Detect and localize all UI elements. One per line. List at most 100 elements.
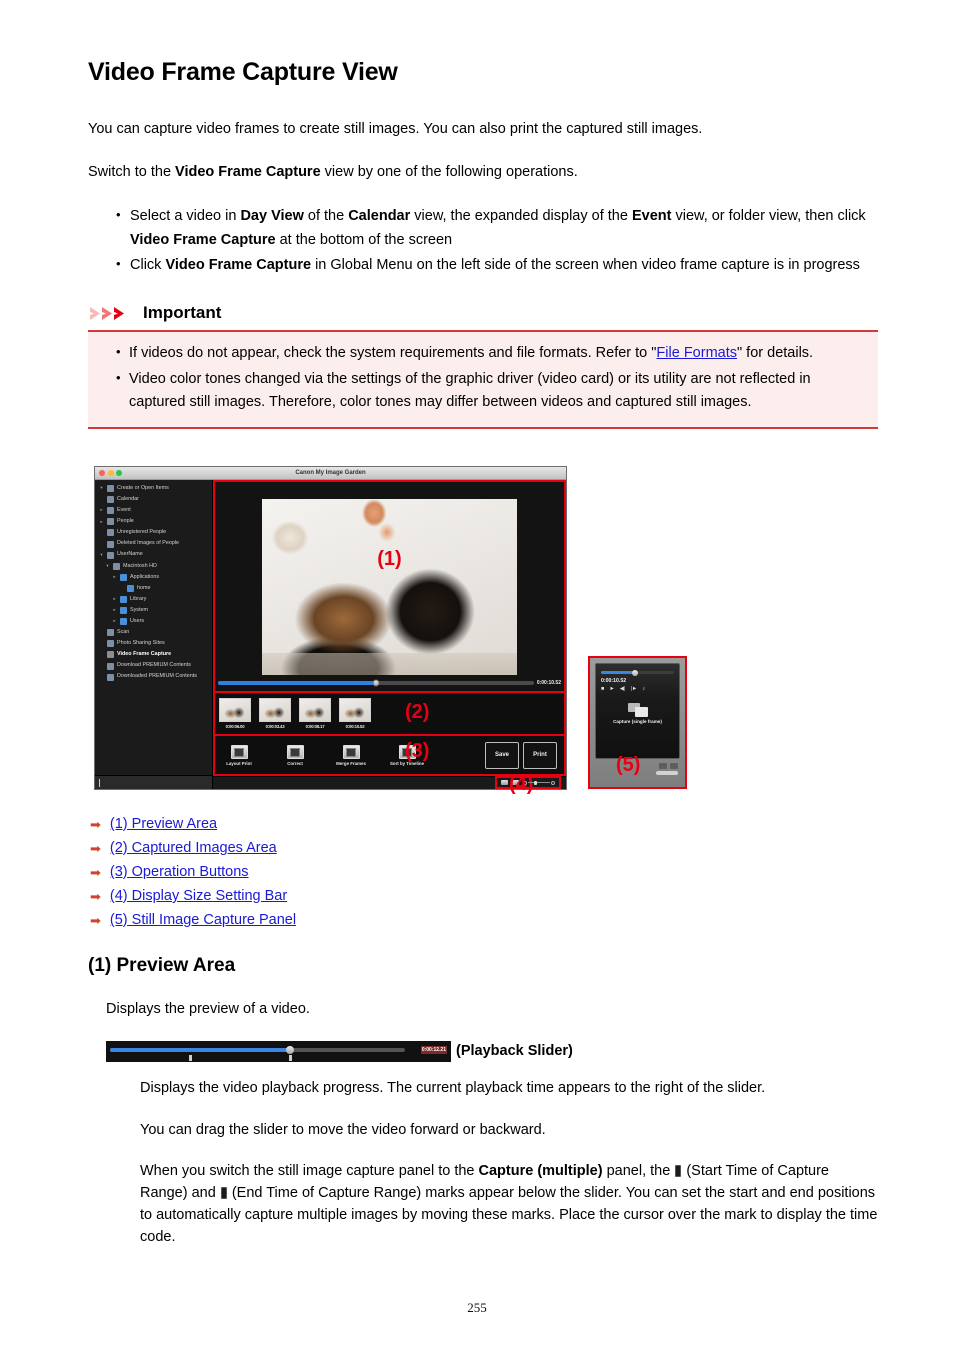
sidebar-item-label: Library: [130, 595, 147, 602]
capture-single-frame-label: Capture (single frame): [613, 718, 662, 724]
thumbnail-view-icon[interactable]: [501, 780, 508, 786]
still-image-capture-panel[interactable]: 0:00:10.52 ■ ► ◀| |► ♪ Capture (single f…: [588, 656, 687, 789]
sidebar-item-home[interactable]: home: [95, 583, 212, 594]
captured-thumbnail[interactable]: 0:00:06.00: [219, 698, 251, 729]
sidebar-item-unregistered-people[interactable]: Unregistered People: [95, 527, 212, 538]
display-size-setting-bar[interactable]: (4): [213, 773, 566, 795]
sidebar-item-event[interactable]: ▸ Event: [95, 505, 212, 516]
operation-button-label: Layout Print: [226, 760, 252, 766]
twisty-icon[interactable]: ▸: [112, 619, 117, 624]
captured-thumbnail-time: 0:00:06.00: [225, 723, 245, 729]
step-forward-icon[interactable]: |►: [630, 686, 637, 693]
sidebar-item-applications[interactable]: ▸ Applications: [95, 572, 212, 583]
important-box: If videos do not appear, check the syste…: [88, 330, 878, 429]
print-button[interactable]: Print: [523, 741, 557, 769]
zoom-knob[interactable]: [534, 780, 537, 785]
sidebar-item-video-frame-capture[interactable]: Video Frame Capture: [95, 649, 212, 660]
sidebar-item-calendar[interactable]: Calendar: [95, 494, 212, 505]
sidebar-item-deleted-images-of-people[interactable]: Deleted Images of People: [95, 538, 212, 549]
demo-slider-track: [110, 1045, 405, 1054]
capture-panel-slider-knob[interactable]: [631, 669, 638, 676]
zoom-track[interactable]: [528, 780, 550, 785]
important-label: Important: [143, 303, 222, 323]
capture-single-frame-icon[interactable]: [627, 702, 648, 717]
operation-button-merge-frames[interactable]: Merge Frames: [331, 744, 371, 766]
section-link[interactable]: (1) Preview Area: [110, 816, 217, 832]
twisty-icon[interactable]: ▾: [105, 563, 110, 569]
capture-panel-slider[interactable]: [601, 669, 674, 676]
sidebar-item-users[interactable]: ▸ Users: [95, 616, 212, 627]
section-link[interactable]: (4) Display Size Setting Bar: [110, 888, 287, 904]
sidebar-item-people[interactable]: ▸ People: [95, 516, 212, 527]
computer-icon: [107, 551, 114, 559]
arrow-right-icon: ➡: [90, 888, 101, 904]
play-icon[interactable]: ►: [609, 686, 614, 693]
arrow-right-icon: ➡: [90, 912, 101, 928]
capture-panel-handle[interactable]: [656, 771, 678, 775]
operation-buttons-area[interactable]: Layout Print Correct Merge Frames Sort by T…: [213, 736, 566, 776]
twisty-icon[interactable]: ▾: [99, 552, 104, 558]
twisty-icon[interactable]: ▸: [99, 508, 104, 513]
section-links: ➡ (1) Preview Area ➡ (2) Captured Images Ar…: [90, 812, 296, 932]
sidebar-item-macintosh-hd[interactable]: ▾ Macintosh HD: [95, 561, 212, 572]
video-preview-image: [262, 499, 517, 676]
section-link[interactable]: (3) Operation Buttons: [110, 864, 249, 880]
switch-pre: Switch to the: [88, 164, 176, 181]
global-menu-sidebar: ▾ Create or Open Items Calendar ▸ Event ▸ Peop…: [95, 480, 213, 789]
correct-icon: [286, 744, 304, 759]
twisty-icon[interactable]: ▾: [99, 486, 104, 491]
capture-panel-controls[interactable]: ■ ► ◀| |► ♪: [601, 686, 674, 693]
playback-slider-knob[interactable]: [372, 679, 380, 687]
sidebar-item-label: home: [137, 584, 151, 591]
sidebar-item-create-or-open-items[interactable]: ▾ Create or Open Items: [95, 483, 212, 494]
twisty-icon[interactable]: ▸: [112, 575, 117, 580]
demo-slider-fill: [110, 1047, 290, 1052]
my-image-garden-window: Canon My Image Garden ▾ Create or Open It…: [94, 466, 567, 795]
sidebar-item-photo-sharing-sites[interactable]: Photo Sharing Sites: [95, 638, 212, 649]
captured-thumbnail-image: [299, 698, 331, 723]
section-link[interactable]: (2) Captured Images Area: [110, 840, 277, 856]
section-preview-area: (1) Preview Area Displays the preview of…: [88, 955, 878, 1268]
important-list: If videos do not appear, check the syste…: [94, 341, 868, 414]
twisty-icon[interactable]: ▸: [112, 597, 117, 602]
stop-icon[interactable]: ■: [601, 686, 604, 693]
captured-thumbnail[interactable]: 0:00:08.17: [299, 698, 331, 729]
playback-slider[interactable]: [218, 679, 534, 687]
sidebar-item-library[interactable]: ▸ Library: [95, 594, 212, 605]
volume-icon[interactable]: ♪: [642, 686, 645, 693]
captured-thumbnail[interactable]: 0:00:03.43: [259, 698, 291, 729]
sidebar-item-download-premium-contents[interactable]: Download PREMIUM Contents: [95, 661, 212, 672]
capture-mode-single-icon[interactable]: [659, 763, 667, 769]
operation-button-correct[interactable]: Correct: [275, 744, 315, 766]
download-premium-icon: [107, 662, 114, 670]
twisty-icon[interactable]: ▸: [99, 519, 104, 525]
step-back-icon[interactable]: ◀|: [620, 686, 626, 693]
zoom-in-icon[interactable]: [551, 780, 555, 785]
save-button[interactable]: Save: [485, 741, 519, 769]
playback-slider-caption: (Playback Slider): [456, 1043, 573, 1060]
operation-button-label: Correct: [287, 760, 303, 766]
captured-images-area[interactable]: 0:00:06.00 0:00:03.43 0:00:08.17 0:00:10.52…: [213, 692, 566, 737]
preview-area[interactable]: (1) 0:00:10.52: [213, 480, 566, 693]
create-open-icon: [107, 485, 114, 493]
page-title: Video Frame Capture View: [88, 58, 398, 86]
section-title: (1) Preview Area: [88, 955, 236, 976]
sidebar-item-username[interactable]: ▾ UserName: [95, 550, 212, 561]
sidebar-item-downloaded-premium-contents[interactable]: Downloaded PREMIUM Contents: [95, 672, 212, 683]
sidebar-item-label: Downloaded PREMIUM Contents: [117, 673, 197, 680]
important-item1-post: " for details.: [737, 345, 814, 362]
operation-button-layout-print[interactable]: Layout Print: [219, 744, 259, 766]
capture-mode-multiple-icon[interactable]: [670, 763, 678, 769]
captured-thumbnail-image: [339, 698, 371, 723]
section-link[interactable]: (5) Still Image Capture Panel: [110, 912, 296, 928]
file-formats-link[interactable]: File Formats: [656, 345, 737, 361]
sidebar-footer: [95, 775, 212, 789]
sidebar-item-system[interactable]: ▸ System: [95, 605, 212, 616]
playback-slider-row[interactable]: 0:00:10.52: [218, 679, 561, 688]
playback-slider-demo-row: 0:00:12.21 (Playback Slider): [106, 1040, 878, 1062]
folder-icon: [120, 573, 127, 581]
sidebar-item-scan[interactable]: Scan: [95, 627, 212, 638]
twisty-icon[interactable]: ▸: [112, 608, 117, 613]
p3-d: (End Time of Capture Range) marks appear…: [140, 1185, 878, 1245]
captured-thumbnail[interactable]: 0:00:10.52: [339, 698, 371, 729]
